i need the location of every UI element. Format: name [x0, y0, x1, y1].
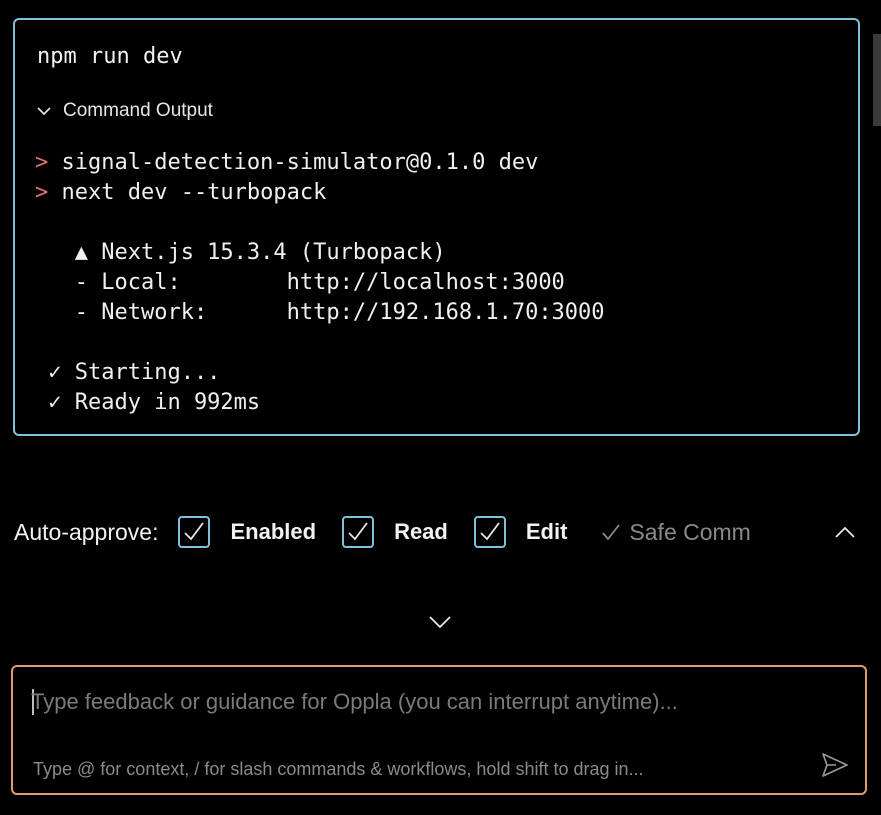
send-icon[interactable] [820, 751, 850, 779]
terminal-line: ✓ Ready in 992ms [35, 388, 605, 418]
terminal-line-text: next dev --turbopack [48, 180, 327, 205]
terminal-line: ✓ Starting... [35, 358, 605, 388]
terminal-line-text: - Local: http://localhost:3000 [35, 270, 565, 295]
enabled-label: Enabled [230, 519, 317, 544]
check-icon [184, 522, 205, 541]
safe-commands-label: Safe Comm [629, 518, 751, 545]
terminal-line-text: ▲ Next.js 15.3.4 (Turbopack) [35, 240, 446, 265]
terminal-line: > next dev --turbopack [35, 178, 605, 208]
auto-approve-label: Auto-approve: [14, 518, 159, 545]
auto-approve-bar: Auto-approve: Enabled Read Edit Safe Com… [14, 512, 751, 552]
edit-checkbox[interactable] [473, 516, 506, 548]
terminal-command: npm run dev [37, 44, 183, 69]
read-label: Read [394, 519, 448, 544]
terminal-line: > signal-detection-simulator@0.1.0 dev [35, 148, 605, 178]
terminal-line: - Network: http://192.168.1.70:3000 [35, 298, 605, 328]
chevron-down-icon[interactable] [427, 612, 453, 632]
terminal-line: ▲ Next.js 15.3.4 (Turbopack) [35, 238, 605, 268]
scrollbar-thumb[interactable] [873, 34, 881, 126]
auto-approve-read-option[interactable]: Read [342, 516, 448, 548]
auto-approve-enabled-option[interactable]: Enabled [178, 516, 316, 548]
terminal-line: - Local: http://localhost:3000 [35, 268, 605, 298]
terminal-line-text: signal-detection-simulator@0.1.0 dev [48, 150, 539, 175]
chat-input-box[interactable]: Type @ for context, / for slash commands… [11, 665, 867, 795]
terminal-output-panel: npm run dev Command Output > signal-dete… [13, 18, 860, 436]
terminal-line-text: - Network: http://192.168.1.70:3000 [35, 300, 605, 325]
terminal-line-text: ✓ Starting... [35, 360, 221, 385]
command-output-toggle[interactable]: Command Output [37, 100, 213, 122]
input-hint: Type @ for context, / for slash commands… [33, 759, 644, 779]
feedback-input[interactable] [31, 683, 831, 721]
auto-approve-edit-option[interactable]: Edit [473, 516, 568, 548]
check-icon [480, 522, 500, 541]
check-icon [602, 524, 621, 541]
terminal-output-lines: > signal-detection-simulator@0.1.0 dev >… [35, 148, 605, 418]
prompt-symbol: > [35, 150, 49, 175]
enabled-checkbox[interactable] [178, 516, 211, 548]
prompt-symbol: > [35, 180, 49, 205]
check-icon [348, 522, 368, 541]
edit-label: Edit [525, 519, 568, 544]
safe-commands-option[interactable]: Safe Comm [601, 518, 751, 546]
chevron-down-icon [37, 107, 51, 116]
command-output-label: Command Output [63, 100, 213, 121]
read-checkbox[interactable] [342, 516, 375, 548]
terminal-line-text: ✓ Ready in 992ms [35, 390, 261, 415]
chevron-up-icon[interactable] [833, 522, 857, 542]
